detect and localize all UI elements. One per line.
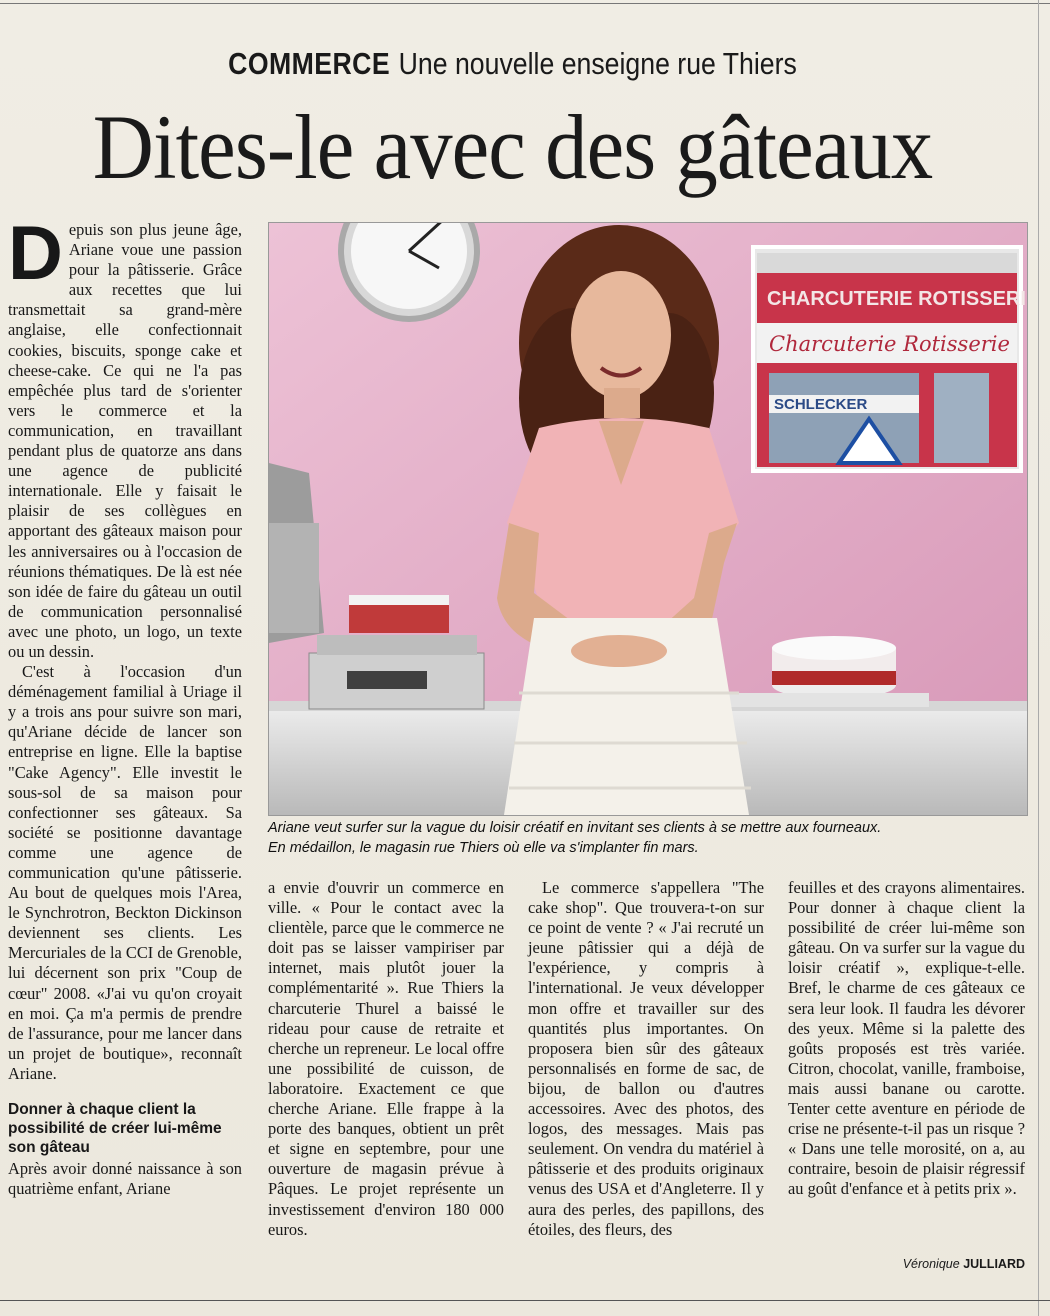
intertitle: Donner à chaque client la possibilité de… [8,1101,222,1157]
kicker-title: Une nouvelle enseigne rue Thiers [398,46,797,81]
col4-paragraph-1: feuilles et des crayons alimentaires. Po… [788,878,1025,1199]
dropcap: D [8,211,63,296]
shop-window-text: SCHLECKER [774,396,868,413]
kicker: COMMERCE Une nouvelle enseigne rue Thiers [72,44,954,84]
column-4: feuilles et des crayons alimentaires. Po… [788,878,1025,1200]
kicker-rubric: COMMERCE [228,46,391,81]
column-2: a envie d'ouvrir un commerce en ville. «… [268,878,504,1240]
col2-paragraph-1: a envie d'ouvrir un commerce en ville. «… [268,878,504,1239]
neighbor-column-divider [1038,0,1039,1316]
byline: Véronique JULLIARD [780,1257,1025,1271]
col1-paragraph-2: C'est à l'occasion d'un déménagement fam… [8,662,242,1083]
bottom-rule [0,1300,1050,1301]
shop-sign-top: CHARCUTERIE ROTISSERIE [767,288,1027,310]
photo-caption: Ariane veut surfer sur la vague du loisi… [268,818,1026,858]
caption-line-1: Ariane veut surfer sur la vague du loisi… [268,820,882,836]
col1-paragraph-3: Après avoir donné naissance à son quatri… [8,1159,242,1199]
byline-last-name: JULLIARD [963,1257,1025,1271]
top-rule [0,3,1050,4]
headline: Dites-le avec des gâteaux [92,96,933,198]
column-3: Le commerce s'appellera "The cake shop".… [528,878,764,1240]
caption-line-2: En médaillon, le magasin rue Thiers où e… [268,840,699,856]
photo-ariane: CHARCUTERIE ROTISSERIE Charcuterie Rotis… [268,222,1028,816]
byline-first-name: Véronique [902,1257,960,1271]
col3-paragraph-1: Le commerce s'appellera "The cake shop".… [528,878,764,1239]
photo-illustration: CHARCUTERIE ROTISSERIE Charcuterie Rotis… [269,223,1027,815]
shop-sign-script: Charcuterie Rotisserie [769,332,1010,356]
column-1: Depuis son plus jeune âge, Ariane voue u… [8,211,242,1199]
col1-paragraph-1: Depuis son plus jeune âge, Ariane voue u… [8,211,242,661]
